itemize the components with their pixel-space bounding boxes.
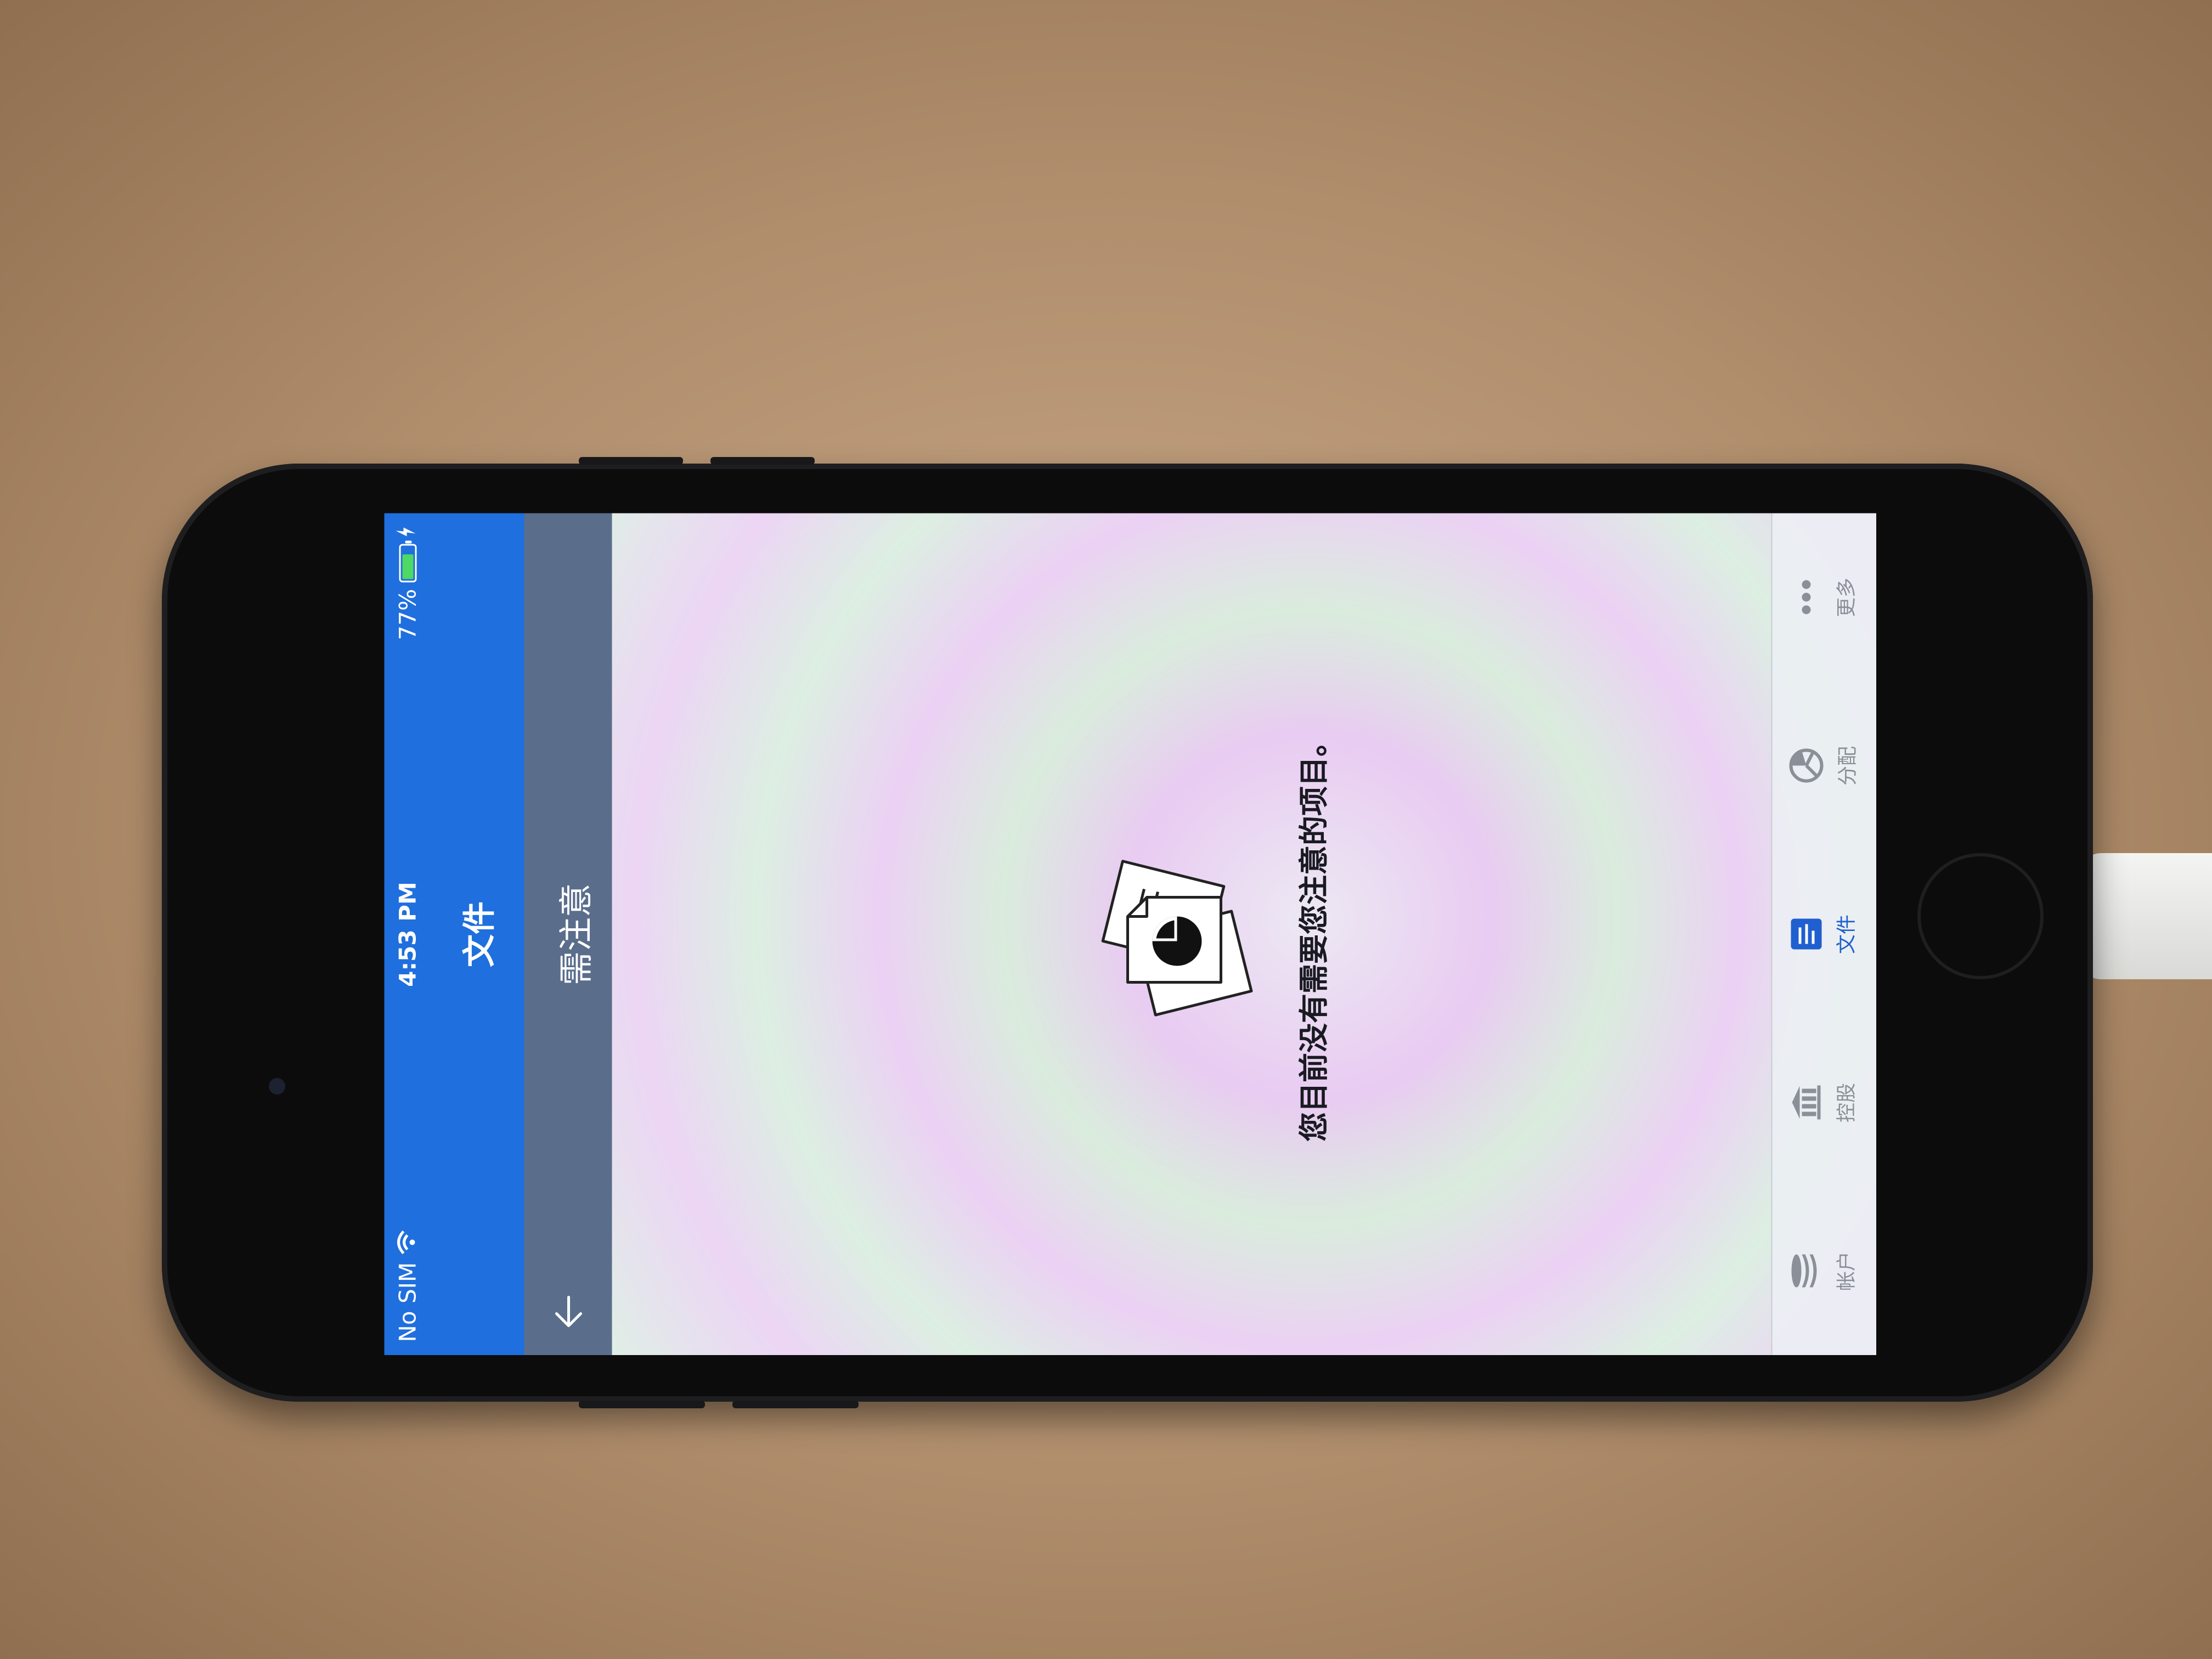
tab-label: 控股 [1835,1082,1858,1122]
tab-accounts[interactable]: 帐户 [1772,1187,1876,1355]
tab-label: 文件 [1835,914,1858,954]
status-right: 77% [394,526,421,640]
tab-bar: 帐户 控股 文件 分配 更多 [1771,513,1876,1355]
document-list-icon [1790,918,1825,951]
battery-percent: 77% [394,589,421,640]
charging-cable [2079,853,2212,979]
side-button [732,1401,859,1408]
home-button[interactable] [1917,853,2044,979]
coins-stack-icon [1790,1252,1825,1290]
tab-more[interactable]: 更多 [1772,513,1876,681]
more-dots-icon [1790,578,1825,617]
page-title: 文件 [460,901,499,967]
tab-label: 分配 [1836,746,1859,786]
phone-screen: No SIM 4:53 PM 77% 文件 需注意 您目前没有需要您注意的项目。… [384,513,1876,1355]
empty-state-message: 您目前没有需要您注意的项目。 [1296,726,1331,1142]
power-button [579,1401,705,1408]
battery-icon [398,544,416,582]
tab-label: 更多 [1835,577,1858,617]
main-content: 您目前没有需要您注意的项目。 [612,513,1778,1355]
status-bar: No SIM 4:53 PM 77% [384,513,431,1355]
bank-building-icon [1790,1084,1825,1122]
pie-globe-icon [1788,748,1826,783]
documents-chart-icon [1094,856,1259,1020]
battery-fill [402,554,413,579]
section-header: 需注意 [524,513,612,1355]
tab-holdings[interactable]: 控股 [1772,1018,1876,1187]
section-title: 需注意 [556,883,596,985]
volume-button [579,457,683,465]
tab-allocation[interactable]: 分配 [1772,681,1876,850]
navigation-bar: 文件 [431,513,524,1355]
charging-bolt-icon [394,526,421,537]
volume-button [710,457,815,465]
app-screen: No SIM 4:53 PM 77% 文件 需注意 您目前没有需要您注意的项目。… [384,513,1876,1355]
tab-documents[interactable]: 文件 [1772,850,1876,1018]
tab-label: 帐户 [1835,1251,1858,1291]
front-camera [269,1078,285,1094]
